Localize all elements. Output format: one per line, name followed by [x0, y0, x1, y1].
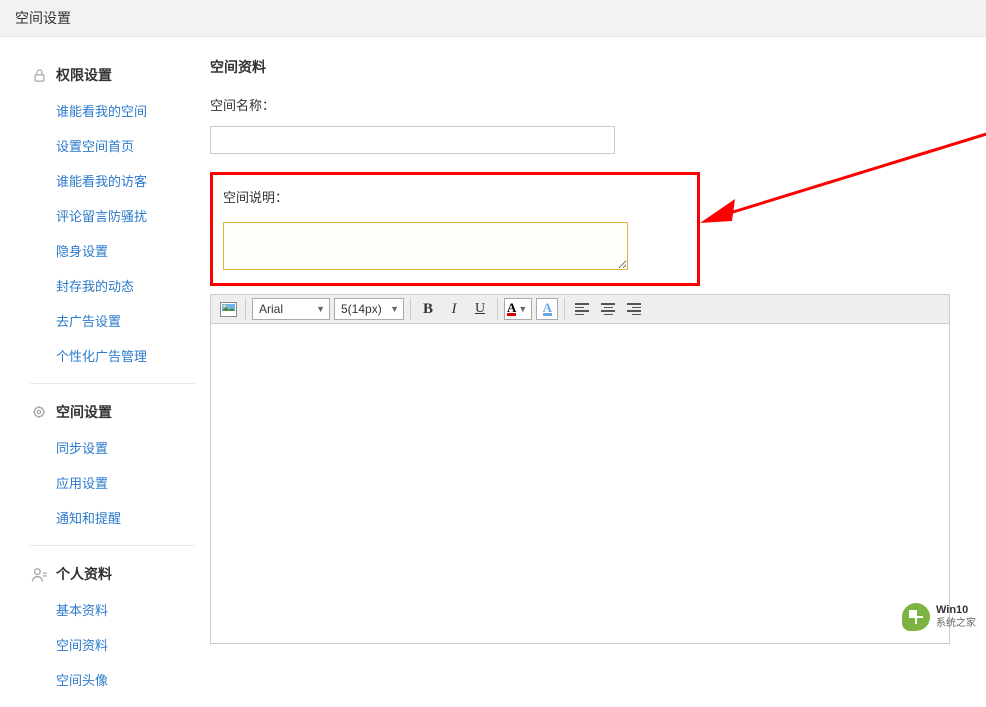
lock-icon — [30, 66, 48, 84]
sidebar-item-sync[interactable]: 同步设置 — [30, 430, 195, 465]
text-color-icon: A — [507, 302, 516, 316]
sidebar-section-title: 权限设置 — [56, 65, 112, 85]
sidebar-section-title: 空间设置 — [56, 402, 112, 422]
space-desc-textarea[interactable] — [223, 222, 628, 270]
align-left-icon — [575, 303, 589, 315]
sidebar-item-remove-ads[interactable]: 去广告设置 — [30, 303, 195, 338]
sidebar-item-personalized-ads[interactable]: 个性化广告管理 — [30, 338, 195, 373]
sidebar-item-archive-feed[interactable]: 封存我的动态 — [30, 268, 195, 303]
sidebar-item-who-view-space[interactable]: 谁能看我的空间 — [30, 93, 195, 128]
toolbar-separator — [245, 298, 246, 320]
text-color-button[interactable]: A ▼ — [504, 298, 532, 320]
chevron-down-icon: ▼ — [386, 304, 399, 314]
sidebar-header-profile: 个人资料 — [30, 556, 195, 592]
chevron-down-icon: ▼ — [516, 304, 529, 314]
space-desc-label: 空间说明： — [223, 187, 687, 206]
sidebar-divider — [30, 383, 195, 384]
watermark-text: Win10 系统之家 — [936, 604, 976, 630]
sidebar-item-comment-spam[interactable]: 评论留言防骚扰 — [30, 198, 195, 233]
chevron-down-icon: ▼ — [312, 304, 325, 314]
section-title: 空间资料 — [210, 57, 986, 77]
sidebar-item-who-view-visitors[interactable]: 谁能看我的访客 — [30, 163, 195, 198]
sidebar-item-apps[interactable]: 应用设置 — [30, 465, 195, 500]
underline-icon: U — [475, 301, 485, 317]
space-name-input[interactable] — [210, 126, 615, 154]
editor-content-area[interactable] — [210, 324, 950, 644]
bold-icon: B — [423, 301, 433, 318]
align-right-icon — [627, 303, 641, 315]
sidebar-item-space-info[interactable]: 空间资料 — [30, 627, 195, 662]
sidebar-section-space: 空间设置 同步设置 应用设置 通知和提醒 — [30, 394, 195, 535]
toolbar-separator — [564, 298, 565, 320]
bold-button[interactable]: B — [417, 298, 439, 320]
highlight-annotation: 空间说明： — [210, 172, 700, 286]
watermark: Win10 系统之家 — [902, 603, 976, 631]
page-header: 空间设置 — [0, 0, 986, 37]
highlight-icon: A — [543, 302, 552, 316]
main-container: 权限设置 谁能看我的空间 设置空间首页 谁能看我的访客 评论留言防骚扰 隐身设置… — [0, 37, 986, 707]
sidebar-section-profile: 个人资料 基本资料 空间资料 空间头像 — [30, 556, 195, 697]
sidebar-section-permissions: 权限设置 谁能看我的空间 设置空间首页 谁能看我的访客 评论留言防骚扰 隐身设置… — [30, 57, 195, 373]
gear-icon — [30, 403, 48, 421]
sidebar-item-invisible[interactable]: 隐身设置 — [30, 233, 195, 268]
watermark-logo-icon — [902, 603, 930, 631]
font-size-select[interactable]: 5(14px) ▼ — [334, 298, 404, 320]
sidebar-header-permissions: 权限设置 — [30, 57, 195, 93]
toolbar-separator — [410, 298, 411, 320]
italic-icon: I — [452, 301, 457, 318]
font-size-value: 5(14px) — [341, 302, 382, 316]
insert-image-button[interactable] — [217, 298, 239, 320]
highlight-color-button[interactable]: A — [536, 298, 558, 320]
editor-toolbar: Arial ▼ 5(14px) ▼ B I U A ▼ A — [210, 294, 950, 324]
sidebar-divider — [30, 545, 195, 546]
watermark-line1: Win10 — [936, 604, 976, 617]
toolbar-separator — [497, 298, 498, 320]
person-icon — [30, 565, 48, 583]
sidebar: 权限设置 谁能看我的空间 设置空间首页 谁能看我的访客 评论留言防骚扰 隐身设置… — [0, 37, 195, 707]
italic-button[interactable]: I — [443, 298, 465, 320]
page-title: 空间设置 — [15, 10, 71, 26]
sidebar-item-basic-info[interactable]: 基本资料 — [30, 592, 195, 627]
align-left-button[interactable] — [571, 298, 593, 320]
space-name-label: 空间名称： — [210, 95, 986, 114]
sidebar-header-space: 空间设置 — [30, 394, 195, 430]
sidebar-item-set-homepage[interactable]: 设置空间首页 — [30, 128, 195, 163]
align-right-button[interactable] — [623, 298, 645, 320]
sidebar-section-title: 个人资料 — [56, 564, 112, 584]
main-content: 空间资料 空间名称： 空间说明： Arial ▼ 5(14px) ▼ — [195, 37, 986, 707]
font-family-select[interactable]: Arial ▼ — [252, 298, 330, 320]
image-icon — [220, 302, 237, 317]
align-center-button[interactable] — [597, 298, 619, 320]
align-center-icon — [601, 303, 615, 315]
rich-editor: Arial ▼ 5(14px) ▼ B I U A ▼ A — [210, 294, 950, 644]
font-family-value: Arial — [259, 302, 283, 316]
sidebar-item-notifications[interactable]: 通知和提醒 — [30, 500, 195, 535]
sidebar-item-space-avatar[interactable]: 空间头像 — [30, 662, 195, 697]
watermark-line2: 系统之家 — [936, 617, 976, 630]
underline-button[interactable]: U — [469, 298, 491, 320]
